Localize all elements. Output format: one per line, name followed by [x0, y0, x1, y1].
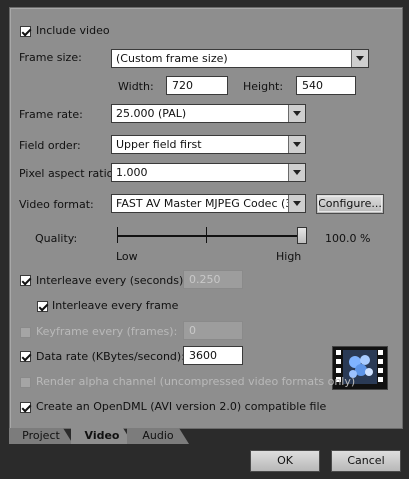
interleave-seconds-checkbox[interactable] — [20, 275, 31, 286]
film-hole — [378, 359, 383, 364]
video-format-label: Video format: — [19, 198, 94, 211]
pixel-aspect-select[interactable]: 1.000 — [111, 163, 306, 182]
cancel-button[interactable]: Cancel — [331, 450, 401, 472]
film-hole — [378, 368, 383, 373]
opendml-label: Create an OpenDML (AVI version 2.0) comp… — [36, 400, 327, 413]
field-order-value: Upper field first — [116, 138, 202, 151]
tab-project[interactable]: Project — [9, 428, 73, 444]
interleave-frame-checkbox[interactable] — [37, 301, 48, 312]
include-video-checkbox[interactable] — [20, 26, 31, 37]
chevron-down-icon[interactable] — [288, 105, 305, 122]
chevron-down-icon[interactable] — [351, 50, 368, 67]
tab-bar: Project Video Audio — [9, 428, 401, 444]
quality-label: Quality: — [35, 232, 78, 245]
tab-audio[interactable]: Audio — [127, 428, 189, 444]
render-alpha-checkbox[interactable] — [20, 377, 31, 388]
field-order-select[interactable]: Upper field first — [111, 135, 306, 154]
width-label: Width: — [118, 80, 154, 93]
render-alpha-label: Render alpha channel (uncompressed video… — [36, 375, 356, 388]
frame-rate-value: 25.000 (PAL) — [116, 107, 187, 120]
data-rate-checkbox[interactable] — [20, 351, 31, 362]
data-rate-input[interactable]: 3600 — [183, 346, 243, 365]
frame-rate-select[interactable]: 25.000 (PAL) — [111, 104, 306, 123]
interleave-seconds-label: Interleave every (seconds): — [36, 274, 187, 287]
film-hole — [336, 350, 341, 355]
ok-button[interactable]: OK — [250, 450, 320, 472]
width-input[interactable]: 720 — [166, 76, 228, 95]
configure-button[interactable]: Configure... — [316, 194, 384, 214]
frame-rate-label: Frame rate: — [19, 108, 83, 121]
film-hole — [336, 368, 341, 373]
frame-size-select[interactable]: (Custom frame size) — [111, 49, 369, 68]
chevron-down-icon[interactable] — [288, 136, 305, 153]
quality-value: 100.0 % — [325, 232, 371, 245]
keyframe-label: Keyframe every (frames): — [36, 325, 178, 338]
keyframe-checkbox[interactable] — [20, 327, 31, 338]
quality-high-label: High — [276, 250, 302, 263]
frame-size-label: Frame size: — [19, 51, 82, 64]
video-format-value: FAST AV Master MJPEG Codec (32) — [116, 197, 304, 210]
keyframe-input[interactable]: 0 — [183, 321, 243, 340]
chevron-down-icon[interactable] — [288, 195, 305, 212]
interleave-seconds-input[interactable]: 0.250 — [183, 270, 243, 289]
height-label: Height: — [243, 80, 284, 93]
data-rate-label: Data rate (KBytes/second): — [36, 350, 185, 363]
film-hole — [378, 377, 383, 382]
height-input[interactable]: 540 — [296, 76, 356, 95]
pixel-aspect-value: 1.000 — [116, 166, 148, 179]
tab-video[interactable]: Video — [71, 428, 133, 444]
opendml-checkbox[interactable] — [20, 402, 31, 413]
quality-slider-thumb[interactable] — [297, 227, 307, 244]
quality-slider-track[interactable] — [117, 235, 303, 237]
chevron-down-icon[interactable] — [288, 164, 305, 181]
quality-low-label: Low — [116, 250, 138, 263]
include-video-label: Include video — [36, 24, 110, 37]
frame-size-value: (Custom frame size) — [116, 52, 228, 65]
pixel-aspect-label: Pixel aspect ratio: — [19, 167, 118, 180]
interleave-frame-label: Interleave every frame — [52, 299, 179, 312]
field-order-label: Field order: — [19, 139, 81, 152]
video-format-select[interactable]: FAST AV Master MJPEG Codec (32) — [111, 194, 306, 213]
film-hole — [378, 350, 383, 355]
film-hole — [336, 359, 341, 364]
